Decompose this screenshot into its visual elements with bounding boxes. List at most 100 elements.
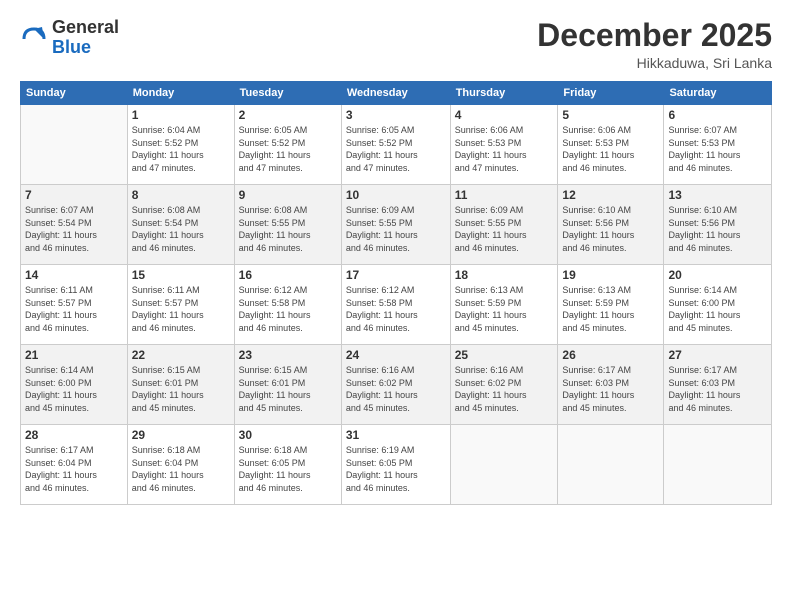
calendar-week-row: 1Sunrise: 6:04 AM Sunset: 5:52 PM Daylig…: [21, 105, 772, 185]
calendar-day-cell: [664, 425, 772, 505]
weekday-header: Thursday: [450, 82, 558, 105]
day-number: 19: [562, 268, 659, 282]
day-number: 5: [562, 108, 659, 122]
day-number: 4: [455, 108, 554, 122]
page: General Blue December 2025 Hikkaduwa, Sr…: [0, 0, 792, 612]
calendar-day-cell: 13Sunrise: 6:10 AM Sunset: 5:56 PM Dayli…: [664, 185, 772, 265]
day-info: Sunrise: 6:13 AM Sunset: 5:59 PM Dayligh…: [455, 284, 554, 334]
day-number: 24: [346, 348, 446, 362]
location: Hikkaduwa, Sri Lanka: [537, 55, 772, 71]
day-info: Sunrise: 6:06 AM Sunset: 5:53 PM Dayligh…: [455, 124, 554, 174]
day-number: 3: [346, 108, 446, 122]
day-number: 11: [455, 188, 554, 202]
weekday-header: Sunday: [21, 82, 128, 105]
calendar-day-cell: 17 Sunrise: 6:12 AM Sunset: 5:58 PM Dayli…: [341, 265, 450, 345]
day-number: 23: [239, 348, 337, 362]
calendar-day-cell: 16Sunrise: 6:12 AM Sunset: 5:58 PM Dayli…: [234, 265, 341, 345]
calendar-day-cell: 28 Sunrise: 6:17 AM Sunset: 6:04 PM Dayli…: [21, 425, 128, 505]
calendar-day-cell: 20 Sunrise: 6:14 AM Sunset: 6:00 PM Dayli…: [664, 265, 772, 345]
month-title: December 2025: [537, 18, 772, 53]
day-info: Sunrise: 6:14 AM Sunset: 6:00 PM Dayligh…: [668, 284, 767, 334]
logo: General Blue: [20, 18, 119, 58]
day-number: 2: [239, 108, 337, 122]
day-number: 10: [346, 188, 446, 202]
calendar-week-row: 14Sunrise: 6:11 AM Sunset: 5:57 PM Dayli…: [21, 265, 772, 345]
calendar-day-cell: 10 Sunrise: 6:09 AM Sunset: 5:55 PM Dayli…: [341, 185, 450, 265]
day-info: Sunrise: 6:15 AM Sunset: 6:01 PM Dayligh…: [132, 364, 230, 414]
day-info: Sunrise: 6:10 AM Sunset: 5:56 PM Dayligh…: [562, 204, 659, 254]
day-number: 30: [239, 428, 337, 442]
day-number: 7: [25, 188, 123, 202]
calendar-day-cell: 9 Sunrise: 6:08 AM Sunset: 5:55 PM Daylig…: [234, 185, 341, 265]
day-number: 29: [132, 428, 230, 442]
day-number: 25: [455, 348, 554, 362]
day-number: 26: [562, 348, 659, 362]
day-info: Sunrise: 6:17 AM Sunset: 6:03 PM Dayligh…: [562, 364, 659, 414]
day-info: Sunrise: 6:13 AM Sunset: 5:59 PM Dayligh…: [562, 284, 659, 334]
calendar-day-cell: 11Sunrise: 6:09 AM Sunset: 5:55 PM Dayli…: [450, 185, 558, 265]
day-info: Sunrise: 6:19 AM Sunset: 6:05 PM Dayligh…: [346, 444, 446, 494]
day-number: 20: [668, 268, 767, 282]
calendar-day-cell: 26 Sunrise: 6:17 AM Sunset: 6:03 PM Dayli…: [558, 345, 664, 425]
day-info: Sunrise: 6:18 AM Sunset: 6:05 PM Dayligh…: [239, 444, 337, 494]
calendar-header-row: SundayMondayTuesdayWednesdayThursdayFrid…: [21, 82, 772, 105]
calendar-week-row: 21 Sunrise: 6:14 AM Sunset: 6:00 PM Dayli…: [21, 345, 772, 425]
calendar-day-cell: 31 Sunrise: 6:19 AM Sunset: 6:05 PM Dayli…: [341, 425, 450, 505]
day-info: Sunrise: 6:09 AM Sunset: 5:55 PM Dayligh…: [346, 204, 446, 254]
day-number: 31: [346, 428, 446, 442]
day-number: 9: [239, 188, 337, 202]
day-number: 21: [25, 348, 123, 362]
day-number: 6: [668, 108, 767, 122]
day-info: Sunrise: 6:08 AM Sunset: 5:55 PM Dayligh…: [239, 204, 337, 254]
weekday-header: Monday: [127, 82, 234, 105]
calendar-day-cell: 29 Sunrise: 6:18 AM Sunset: 6:04 PM Dayli…: [127, 425, 234, 505]
calendar-day-cell: 5 Sunrise: 6:06 AM Sunset: 5:53 PM Daylig…: [558, 105, 664, 185]
calendar-day-cell: 18Sunrise: 6:13 AM Sunset: 5:59 PM Dayli…: [450, 265, 558, 345]
day-number: 13: [668, 188, 767, 202]
day-info: Sunrise: 6:14 AM Sunset: 6:00 PM Dayligh…: [25, 364, 123, 414]
day-number: 17: [346, 268, 446, 282]
calendar-table: SundayMondayTuesdayWednesdayThursdayFrid…: [20, 81, 772, 505]
logo-text: General Blue: [52, 18, 119, 58]
day-info: Sunrise: 6:18 AM Sunset: 6:04 PM Dayligh…: [132, 444, 230, 494]
day-info: Sunrise: 6:16 AM Sunset: 6:02 PM Dayligh…: [346, 364, 446, 414]
calendar-day-cell: 1Sunrise: 6:04 AM Sunset: 5:52 PM Daylig…: [127, 105, 234, 185]
calendar-day-cell: 14Sunrise: 6:11 AM Sunset: 5:57 PM Dayli…: [21, 265, 128, 345]
calendar-day-cell: 27 Sunrise: 6:17 AM Sunset: 6:03 PM Dayli…: [664, 345, 772, 425]
day-info: Sunrise: 6:16 AM Sunset: 6:02 PM Dayligh…: [455, 364, 554, 414]
day-number: 16: [239, 268, 337, 282]
calendar-day-cell: 24 Sunrise: 6:16 AM Sunset: 6:02 PM Dayli…: [341, 345, 450, 425]
day-number: 22: [132, 348, 230, 362]
weekday-header: Saturday: [664, 82, 772, 105]
day-info: Sunrise: 6:17 AM Sunset: 6:04 PM Dayligh…: [25, 444, 123, 494]
logo-blue: Blue: [52, 38, 119, 58]
day-number: 8: [132, 188, 230, 202]
day-info: Sunrise: 6:15 AM Sunset: 6:01 PM Dayligh…: [239, 364, 337, 414]
calendar-week-row: 28 Sunrise: 6:17 AM Sunset: 6:04 PM Dayli…: [21, 425, 772, 505]
day-info: Sunrise: 6:11 AM Sunset: 5:57 PM Dayligh…: [25, 284, 123, 334]
day-number: 27: [668, 348, 767, 362]
day-info: Sunrise: 6:11 AM Sunset: 5:57 PM Dayligh…: [132, 284, 230, 334]
calendar-day-cell: 15 Sunrise: 6:11 AM Sunset: 5:57 PM Dayli…: [127, 265, 234, 345]
calendar-day-cell: [21, 105, 128, 185]
day-number: 28: [25, 428, 123, 442]
calendar-day-cell: 25 Sunrise: 6:16 AM Sunset: 6:02 PM Dayli…: [450, 345, 558, 425]
weekday-header: Wednesday: [341, 82, 450, 105]
day-number: 15: [132, 268, 230, 282]
calendar-day-cell: 7Sunrise: 6:07 AM Sunset: 5:54 PM Daylig…: [21, 185, 128, 265]
calendar-day-cell: [450, 425, 558, 505]
weekday-header: Friday: [558, 82, 664, 105]
calendar-day-cell: 21 Sunrise: 6:14 AM Sunset: 6:00 PM Dayli…: [21, 345, 128, 425]
calendar-day-cell: 6 Sunrise: 6:07 AM Sunset: 5:53 PM Daylig…: [664, 105, 772, 185]
day-info: Sunrise: 6:06 AM Sunset: 5:53 PM Dayligh…: [562, 124, 659, 174]
day-info: Sunrise: 6:07 AM Sunset: 5:53 PM Dayligh…: [668, 124, 767, 174]
day-info: Sunrise: 6:08 AM Sunset: 5:54 PM Dayligh…: [132, 204, 230, 254]
calendar-week-row: 7Sunrise: 6:07 AM Sunset: 5:54 PM Daylig…: [21, 185, 772, 265]
calendar-day-cell: 30 Sunrise: 6:18 AM Sunset: 6:05 PM Dayli…: [234, 425, 341, 505]
calendar-day-cell: 19 Sunrise: 6:13 AM Sunset: 5:59 PM Dayli…: [558, 265, 664, 345]
day-number: 12: [562, 188, 659, 202]
day-info: Sunrise: 6:12 AM Sunset: 5:58 PM Dayligh…: [346, 284, 446, 334]
day-info: Sunrise: 6:05 AM Sunset: 5:52 PM Dayligh…: [239, 124, 337, 174]
calendar-day-cell: 23 Sunrise: 6:15 AM Sunset: 6:01 PM Dayli…: [234, 345, 341, 425]
day-info: Sunrise: 6:17 AM Sunset: 6:03 PM Dayligh…: [668, 364, 767, 414]
